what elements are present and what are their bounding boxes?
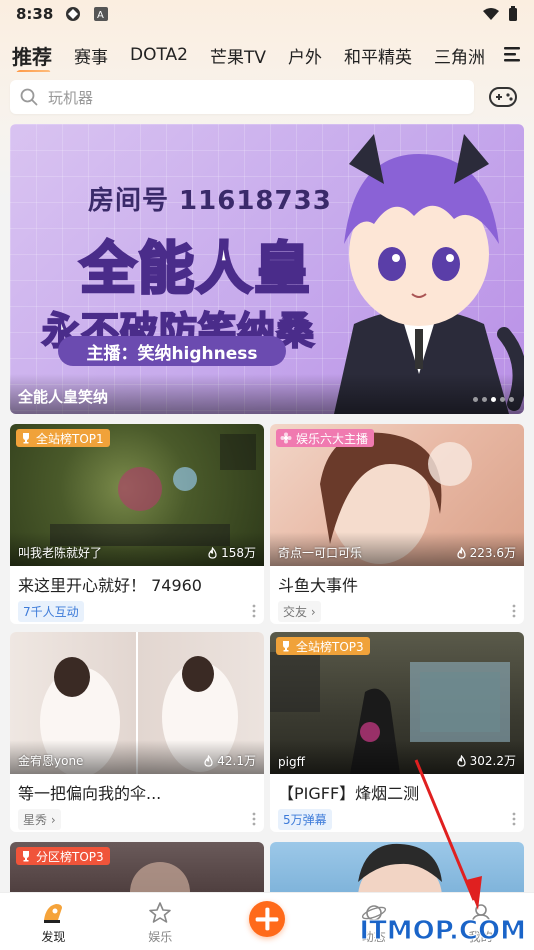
pagination-dot: [473, 397, 478, 402]
streamer-name: 奇点一可口可乐: [278, 546, 363, 560]
trophy-icon: [283, 641, 289, 652]
live-thumbnail: 全站榜TOP1 叫我老陈就好了 158万: [10, 424, 264, 566]
category-tag[interactable]: 星秀 ›: [18, 808, 61, 830]
viewer-count-value: 42.1万: [217, 754, 256, 768]
status-bar: 8:38 A: [0, 0, 534, 28]
flower-icon: [280, 432, 292, 444]
watermark-logo: ITMOP.COM: [359, 916, 527, 947]
nav-discover[interactable]: 发现: [0, 893, 107, 950]
more-options-icon[interactable]: [512, 812, 516, 826]
app-badge-icon: A: [94, 7, 109, 21]
tab-mango-tv[interactable]: 芒果TV: [210, 43, 266, 68]
more-options-icon[interactable]: [252, 812, 256, 826]
viewer-count: 302.2万: [456, 752, 516, 769]
search-placeholder: 玩机器: [48, 88, 94, 107]
go-live-button[interactable]: [248, 901, 285, 937]
tab-peace-elite[interactable]: 和平精英: [344, 43, 412, 68]
flame-icon: [204, 754, 213, 767]
stream-title: 等一把偏向我的伞...: [18, 784, 162, 802]
search-input[interactable]: 玩机器: [10, 80, 474, 114]
plus-icon: [255, 907, 279, 931]
live-card[interactable]: 全站榜TOP3 pigff 302.2万 【PIGFF】烽烟二测 5万弹幕: [270, 632, 524, 832]
nav-entertainment-label: 娱乐: [148, 930, 173, 944]
rank-badge: 分区榜TOP3: [16, 847, 110, 865]
trophy-icon: [23, 433, 29, 444]
live-thumbnail: 娱乐六大主播 奇点一可口可乐 223.6万: [270, 424, 524, 566]
streamer-name: pigff: [278, 755, 305, 769]
viewer-count-value: 223.6万: [469, 546, 516, 560]
nav-entertainment[interactable]: 娱乐: [107, 893, 214, 950]
tab-delta-force[interactable]: 三角洲: [434, 43, 485, 68]
wifi-icon: [483, 8, 499, 20]
stream-title: 来这里开心就好！ 74960: [18, 576, 202, 594]
stream-title: 【PIGFF】烽烟二测: [278, 784, 420, 802]
live-card[interactable]: 全站榜TOP1 叫我老陈就好了 158万 来这里开心就好！ 74960 7千人互…: [10, 424, 264, 624]
tab-dota2[interactable]: DOTA2: [130, 45, 188, 65]
anime-character-image: [334, 134, 524, 414]
nav-go-live[interactable]: [214, 893, 321, 950]
tab-esports[interactable]: 赛事: [74, 43, 108, 68]
viewer-count-value: 158万: [221, 546, 256, 560]
pagination-dot-active: [491, 397, 496, 402]
more-options-icon[interactable]: [252, 604, 256, 618]
card-meta: 7千人互动: [10, 594, 264, 624]
flame-icon: [208, 546, 217, 559]
gamepad-icon[interactable]: [488, 84, 518, 110]
live-card[interactable]: 娱乐六大主播 奇点一可口可乐 223.6万 斗鱼大事件 交友 ›: [270, 424, 524, 624]
viewer-count: 158万: [207, 544, 256, 561]
app-notification-icon: [66, 7, 81, 21]
svg-text:A: A: [97, 10, 104, 21]
rank-badge-label: 全站榜TOP1: [36, 431, 104, 446]
app-screen: 8:38 A 推荐 赛事 DOTA2 芒果TV 户外 和平精英 三角洲 玩机器 …: [0, 0, 534, 950]
flame-icon: [457, 754, 466, 767]
stream-tag[interactable]: 7千人互动: [18, 600, 84, 622]
banner-room-number: 房间号 11618733: [88, 186, 332, 216]
viewer-count: 42.1万: [203, 752, 256, 769]
rank-badge-label: 分区榜TOP3: [36, 849, 104, 864]
rank-badge: 全站榜TOP1: [16, 429, 110, 447]
card-meta: 交友 ›: [270, 594, 524, 624]
rank-badge: 娱乐六大主播: [276, 429, 375, 447]
discover-icon: [44, 904, 63, 923]
stream-title: 斗鱼大事件: [278, 576, 359, 594]
banner-caption: 全能人皇笑纳: [10, 374, 524, 414]
category-tabs: 推荐 赛事 DOTA2 芒果TV 户外 和平精英 三角洲: [12, 38, 492, 72]
streamer-name: 金宥恩yone: [18, 754, 84, 768]
banner-host-label: 主播：笑纳highness: [58, 336, 286, 366]
star-icon: [149, 902, 171, 923]
card-meta: 星秀 ›: [10, 802, 264, 832]
viewer-count: 223.6万: [456, 544, 516, 561]
pagination-dot: [509, 397, 514, 402]
tab-outdoor[interactable]: 户外: [288, 43, 322, 68]
search-icon: [20, 88, 38, 106]
streamer-name: 叫我老陈就好了: [18, 546, 103, 560]
stream-tag[interactable]: 5万弹幕: [278, 808, 332, 830]
viewer-count-value: 302.2万: [469, 754, 516, 768]
more-options-icon[interactable]: [512, 604, 516, 618]
pagination-dot: [482, 397, 487, 402]
menu-icon[interactable]: [502, 44, 522, 64]
trophy-icon: [23, 851, 29, 862]
nav-discover-label: 发现: [41, 930, 66, 944]
card-meta: 5万弹幕: [270, 802, 524, 832]
tab-recommend[interactable]: 推荐: [12, 41, 52, 70]
live-thumbnail: 金宥恩yone 42.1万: [10, 632, 264, 774]
flame-icon: [457, 546, 466, 559]
live-thumbnail: 全站榜TOP3 pigff 302.2万: [270, 632, 524, 774]
banner-pagination: [473, 397, 514, 402]
rank-badge-label: 娱乐六大主播: [296, 431, 369, 446]
battery-icon: [509, 6, 517, 21]
pagination-dot: [500, 397, 505, 402]
rank-badge-label: 全站榜TOP3: [296, 639, 364, 654]
banner-headline: 全能人皇: [79, 236, 312, 304]
featured-banner[interactable]: 房间号 11618733 全能人皇 永不破防笑纳桑 主播：笑纳highness …: [10, 124, 524, 414]
rank-badge: 全站榜TOP3: [276, 637, 370, 655]
status-time: 8:38: [16, 5, 54, 23]
live-card[interactable]: 金宥恩yone 42.1万 等一把偏向我的伞... 星秀 ›: [10, 632, 264, 832]
category-tag[interactable]: 交友 ›: [278, 600, 321, 622]
